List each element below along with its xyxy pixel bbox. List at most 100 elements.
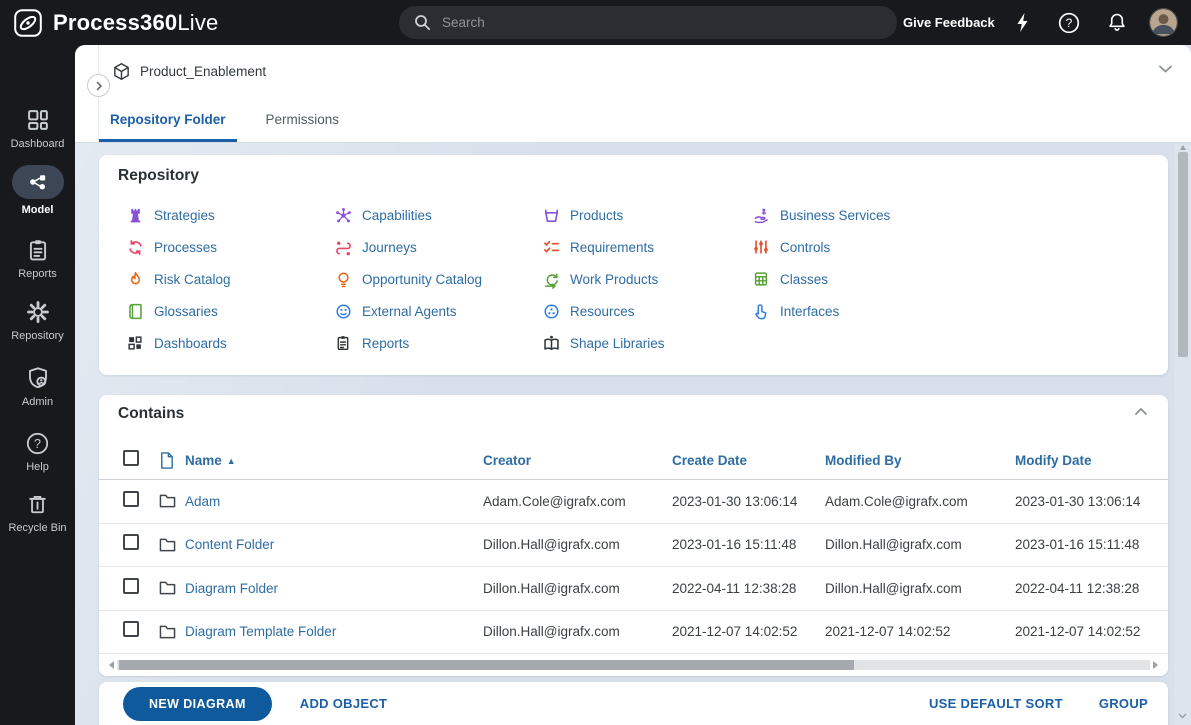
repo-link-glossaries[interactable]: Glossaries [125, 295, 333, 327]
repo-link-label: Requirements [570, 239, 655, 255]
table-row: Diagram Folder Dillon.Hall@igrafx.com 20… [99, 567, 1168, 611]
scroll-up-icon[interactable] [1180, 145, 1186, 150]
tab-repository-folder[interactable]: Repository Folder [99, 112, 237, 142]
repo-link-interfaces[interactable]: Interfaces [751, 295, 1154, 327]
breadcrumb-label[interactable]: Product_Enablement [140, 64, 266, 79]
repo-link-shape-libraries[interactable]: Shape Libraries [541, 327, 751, 359]
column-header-modified-by[interactable]: Modified By [825, 453, 1015, 468]
create-date-cell: 2021-12-07 14:02:52 [672, 624, 798, 640]
contains-section-title: Contains [118, 405, 185, 422]
repo-link-label: Interfaces [780, 303, 840, 319]
row-checkbox[interactable] [123, 490, 139, 507]
chevron-up-icon[interactable] [1134, 407, 1148, 416]
sidebar-item-repository[interactable]: Repository [0, 299, 75, 342]
repo-link-journeys[interactable]: Journeys [333, 231, 541, 263]
modify-date-cell: 2023-01-16 15:11:48 [1015, 537, 1140, 553]
repo-link-label: Shape Libraries [570, 335, 665, 351]
vertical-scrollbar[interactable] [1174, 144, 1191, 725]
process360-logo-icon [13, 8, 43, 38]
row-checkbox[interactable] [123, 621, 139, 638]
repo-link-reports[interactable]: Reports [333, 327, 541, 359]
lightning-icon[interactable] [1008, 0, 1038, 45]
use-default-sort-button[interactable]: USE DEFAULT SORT [929, 696, 1063, 711]
scrollbar-thumb[interactable] [119, 660, 854, 670]
repo-link-resources[interactable]: Resources [541, 295, 751, 327]
folder-name-link[interactable]: Diagram Template Folder [185, 624, 336, 639]
sidebar-item-admin[interactable]: Admin [0, 365, 75, 408]
sidebar-item-model[interactable]: Model [0, 165, 75, 216]
journeys-icon [333, 237, 353, 257]
sidebar-label: Reports [18, 268, 57, 280]
search-icon [413, 13, 432, 32]
chevron-down-icon[interactable] [1158, 64, 1173, 74]
repo-link-requirements[interactable]: Requirements [541, 231, 751, 263]
repo-link-products[interactable]: Products [541, 199, 751, 231]
repo-link-strategies[interactable]: Strategies [125, 199, 333, 231]
scroll-down-icon[interactable] [1178, 713, 1187, 719]
repo-link-label: Opportunity Catalog [362, 271, 483, 287]
horizontal-scrollbar[interactable] [109, 660, 1158, 670]
repository-column: Products Requirements Work Products Reso… [541, 199, 751, 359]
interfaces-icon [751, 301, 771, 321]
notifications-bell-icon[interactable] [1102, 0, 1132, 45]
repo-link-label: Processes [154, 239, 218, 255]
search-input[interactable] [442, 15, 883, 30]
repo-link-risk-catalog[interactable]: Risk Catalog [125, 263, 333, 295]
repo-link-label: External Agents [362, 303, 457, 319]
resources-icon [541, 301, 561, 321]
folder-name-link[interactable]: Adam [185, 494, 220, 509]
tab-bar: Repository Folder Permissions [99, 112, 350, 142]
modify-date-cell: 2022-04-11 12:38:28 [1015, 580, 1140, 596]
row-checkbox[interactable] [123, 534, 139, 551]
scroll-right-icon[interactable] [1153, 661, 1158, 669]
repo-link-external-agents[interactable]: External Agents [333, 295, 541, 327]
add-object-button[interactable]: ADD OBJECT [300, 696, 388, 711]
tab-permissions[interactable]: Permissions [255, 112, 351, 142]
global-search[interactable] [399, 6, 897, 39]
new-diagram-button[interactable]: NEW DIAGRAM [123, 686, 272, 721]
expand-panel-button[interactable] [87, 74, 110, 97]
shape-libraries-icon [541, 333, 561, 353]
dashboard-icon [0, 107, 75, 133]
repo-link-classes[interactable]: Classes [751, 263, 1154, 295]
repo-link-controls[interactable]: Controls [751, 231, 1154, 263]
scrollbar-thumb[interactable] [1178, 152, 1188, 357]
repository-links-grid: Strategies Processes Risk Catalog Glossa… [125, 199, 1154, 359]
user-avatar[interactable] [1147, 0, 1179, 45]
repo-link-label: Work Products [570, 271, 659, 287]
main-content: Product_Enablement Repository Folder Per… [75, 45, 1191, 725]
repo-link-work-products[interactable]: Work Products [541, 263, 751, 295]
help-circle-icon[interactable]: ? [1054, 0, 1084, 45]
repo-link-capabilities[interactable]: Capabilities [333, 199, 541, 231]
sidebar-item-dashboard[interactable]: Dashboard [0, 107, 75, 150]
footer-action-bar: NEW DIAGRAM ADD OBJECT USE DEFAULT SORT … [99, 682, 1168, 725]
recycle-bin-icon [0, 492, 75, 517]
scrollbar-track[interactable] [117, 660, 1150, 670]
sidebar-item-help[interactable]: ? Help [0, 431, 75, 473]
sidebar-item-recycle-bin[interactable]: Recycle Bin [0, 492, 75, 534]
sidebar-item-reports[interactable]: Reports [0, 237, 75, 280]
row-checkbox[interactable] [123, 577, 139, 594]
sidebar-label: Admin [21, 396, 54, 408]
repo-link-label: Classes [780, 271, 829, 287]
column-header-modify-date[interactable]: Modify Date [1015, 453, 1168, 468]
help-circle-icon: ? [0, 431, 75, 456]
app-logo: Process360Live [13, 0, 219, 45]
scroll-left-icon[interactable] [109, 661, 114, 669]
folder-name-link[interactable]: Diagram Folder [185, 581, 278, 596]
select-all-checkbox[interactable] [123, 450, 139, 466]
repo-link-business-services[interactable]: Business Services [751, 199, 1154, 231]
column-header-creator[interactable]: Creator [483, 453, 672, 468]
risk-catalog-icon [125, 269, 145, 289]
creator-cell: Dillon.Hall@igrafx.com [483, 580, 620, 596]
repo-link-processes[interactable]: Processes [125, 231, 333, 263]
group-button[interactable]: GROUP [1099, 696, 1148, 711]
column-header-name[interactable]: Name ▲ [185, 453, 483, 468]
folder-name-link[interactable]: Content Folder [185, 537, 274, 552]
creator-cell: Dillon.Hall@igrafx.com [483, 537, 620, 553]
column-header-create-date[interactable]: Create Date [672, 453, 825, 468]
sidebar-label: Model [21, 204, 54, 216]
give-feedback-button[interactable]: Give Feedback [903, 0, 995, 45]
repo-link-opportunity-catalog[interactable]: Opportunity Catalog [333, 263, 541, 295]
repo-link-dashboards[interactable]: Dashboards [125, 327, 333, 359]
